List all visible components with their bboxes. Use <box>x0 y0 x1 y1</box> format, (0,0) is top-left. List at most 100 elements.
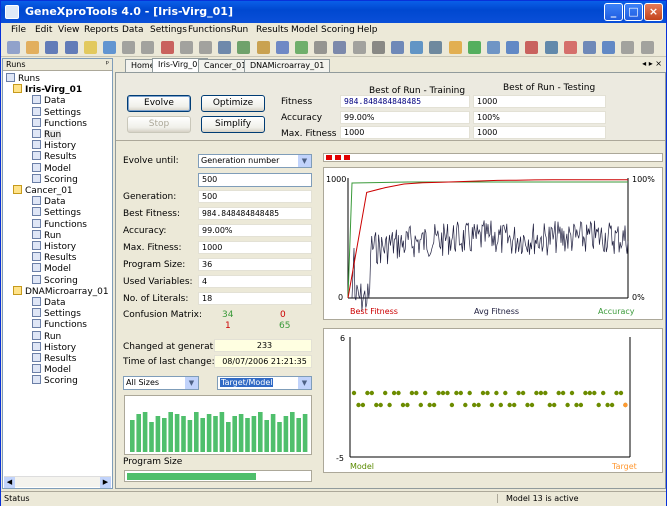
minimize-button[interactable]: _ <box>604 3 623 21</box>
tree-item-run-icon <box>32 129 41 138</box>
toolbar-button-6[interactable] <box>103 41 116 54</box>
tree-item-history[interactable]: History <box>32 241 76 252</box>
pin-icon[interactable]: ᵖ <box>106 59 109 68</box>
menu-edit[interactable]: Edit <box>35 25 52 35</box>
toolbar-button-7[interactable] <box>122 41 136 54</box>
tree-item-data[interactable]: Data <box>32 95 66 106</box>
toolbar-button-23[interactable] <box>429 41 443 54</box>
menu-settings[interactable]: Settings <box>150 25 187 35</box>
toolbar-button-17[interactable] <box>314 41 328 54</box>
evolve-button[interactable]: Evolve <box>127 95 191 112</box>
stop-button[interactable]: Stop <box>127 116 191 133</box>
tree-item-model[interactable]: Model <box>32 263 71 274</box>
menu-data[interactable]: Data <box>122 25 144 35</box>
toolbar-button-4[interactable] <box>64 41 78 54</box>
menu-model[interactable]: Model <box>291 25 318 35</box>
tree-run-2[interactable]: DNAMicroarray_01 <box>13 285 109 297</box>
scroll-right-icon[interactable]: ▶ <box>100 477 111 488</box>
tree-item-scoring[interactable]: Scoring <box>32 375 78 386</box>
menu-results[interactable]: Results <box>256 25 289 35</box>
toolbar-button-11[interactable] <box>199 41 212 54</box>
toolbar-button-27[interactable] <box>506 41 520 54</box>
model-point <box>472 402 477 408</box>
toolbar-button-13[interactable] <box>237 41 251 54</box>
toolbar-button-30[interactable] <box>563 41 577 54</box>
tree-item-scoring[interactable]: Scoring <box>32 173 78 185</box>
tree-item-history[interactable]: History <box>32 140 76 151</box>
tree-run-1[interactable]: Cancer_01 <box>13 185 73 196</box>
tree-item-settings[interactable]: Settings <box>32 106 81 118</box>
tree-scrollbar[interactable]: ◀ ▶ <box>4 476 111 488</box>
tree-item-results[interactable]: Results <box>32 252 77 263</box>
toolbar-button-31[interactable] <box>583 41 596 54</box>
menu-scoring[interactable]: Scoring <box>321 25 355 35</box>
toolbar-button-18[interactable] <box>333 41 347 54</box>
toolbar-button-2[interactable] <box>26 41 40 54</box>
tree-root[interactable]: Runs <box>6 73 40 84</box>
toolbar-button-21[interactable] <box>391 41 404 54</box>
tab-dnamicroarray[interactable]: DNAMicroarray_01 <box>244 59 331 72</box>
toolbar-button-16[interactable] <box>295 41 308 54</box>
tree-item-history[interactable]: History <box>32 341 76 353</box>
tree-item-functions[interactable]: Functions <box>32 218 87 230</box>
toolbar-button-8[interactable] <box>141 41 155 54</box>
plot-mode-select[interactable]: Target/Model ▼ <box>217 376 312 390</box>
toolbar-button-15[interactable] <box>275 41 289 54</box>
histogram-bar <box>155 416 161 452</box>
tree-item-model[interactable]: Model <box>32 162 71 174</box>
model-point <box>507 402 512 408</box>
toolbar-button-3[interactable] <box>45 41 59 54</box>
menu-run[interactable]: Run <box>231 25 248 35</box>
toolbar-button-26[interactable] <box>487 41 500 54</box>
toolbar-button-22[interactable] <box>410 41 424 54</box>
tab-nav-icon[interactable]: ◂ ▸ × <box>642 59 662 68</box>
tree-item-data[interactable]: Data <box>32 196 66 207</box>
menu-file[interactable]: File <box>11 25 26 35</box>
maximize-button[interactable]: □ <box>624 3 643 21</box>
scroll-left-icon[interactable]: ◀ <box>4 477 15 488</box>
toolbar-button-1[interactable] <box>7 41 20 54</box>
toolbar-button-9[interactable] <box>160 41 174 54</box>
toolbar-button-24[interactable] <box>448 41 462 54</box>
tree-item-settings[interactable]: Settings <box>32 308 81 319</box>
tree-item-run[interactable]: Run <box>32 129 62 140</box>
evolve-until-select[interactable]: Generation number ▼ <box>198 154 312 168</box>
progress-block <box>344 155 350 160</box>
tree-run-0[interactable]: Iris-Virg_01 <box>13 84 82 95</box>
menu-functions[interactable]: Functions <box>188 25 231 35</box>
menu-reports[interactable]: Reports <box>84 25 119 35</box>
tree-item-functions[interactable]: Functions <box>32 117 87 129</box>
menu-help[interactable]: Help <box>357 25 378 35</box>
model-point <box>498 402 503 408</box>
tree-item-run[interactable]: Run <box>32 330 61 342</box>
generations-input[interactable]: 500 <box>198 173 312 187</box>
toolbar-button-20[interactable] <box>371 41 385 54</box>
tree-item-settings[interactable]: Settings <box>32 207 81 218</box>
toolbar-button-19[interactable] <box>352 41 366 54</box>
toolbar-button-28[interactable] <box>525 41 539 54</box>
toolbar-button-25[interactable] <box>467 41 481 54</box>
tree-root-label: Runs <box>18 74 40 84</box>
toolbar-button-12[interactable] <box>218 41 232 54</box>
toolbar-button-32[interactable] <box>602 41 616 54</box>
tree-item-run[interactable]: Run <box>32 229 61 241</box>
tree-item-functions[interactable]: Functions <box>32 319 87 330</box>
toolbar-button-34[interactable] <box>640 41 654 54</box>
toolbar-button-14[interactable] <box>256 41 270 54</box>
confusion-fn: 1 <box>225 321 231 331</box>
model-point <box>583 390 588 396</box>
optimize-button[interactable]: Optimize <box>201 95 265 112</box>
close-button[interactable]: × <box>644 3 663 21</box>
toolbar-button-5[interactable] <box>83 41 97 54</box>
tree-item-results[interactable]: Results <box>32 151 77 162</box>
size-filter-select[interactable]: All Sizes ▼ <box>123 376 199 390</box>
toolbar-button-29[interactable] <box>544 41 558 54</box>
simplify-button[interactable]: Simplify <box>201 116 265 133</box>
tree-item-results[interactable]: Results <box>32 353 77 364</box>
toolbar-button-33[interactable] <box>621 41 635 54</box>
tree-item-model[interactable]: Model <box>32 364 71 375</box>
menu-view[interactable]: View <box>58 25 79 35</box>
tree-item-data[interactable]: Data <box>32 297 66 308</box>
toolbar-button-10[interactable] <box>179 41 193 54</box>
tree-item-scoring[interactable]: Scoring <box>32 274 78 286</box>
